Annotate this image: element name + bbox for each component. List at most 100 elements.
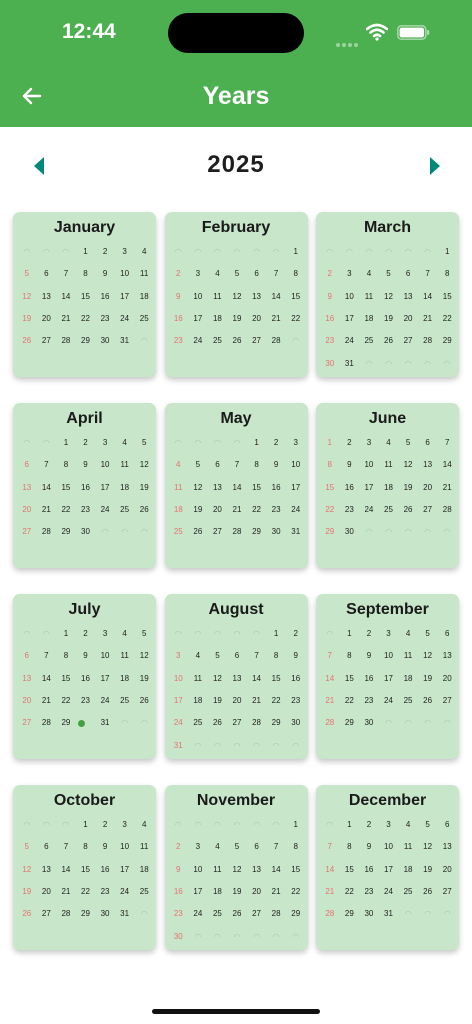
day-cell[interactable]: 18 [188,690,208,712]
day-cell[interactable]: 1 [340,814,360,836]
day-cell[interactable]: 1 [340,623,360,645]
day-cell[interactable]: 22 [76,308,96,330]
day-cell[interactable]: 11 [134,836,154,858]
day-cell[interactable]: 15 [320,477,340,499]
day-cell[interactable]: 15 [286,859,306,881]
day-cell[interactable]: 2 [95,814,115,836]
day-cell[interactable]: 22 [340,690,360,712]
day-cell[interactable]: 16 [169,308,189,330]
day-cell[interactable]: 3 [359,432,379,454]
day-cell[interactable]: 13 [37,859,57,881]
day-cell[interactable]: 3 [188,263,208,285]
day-cell[interactable]: 23 [359,690,379,712]
day-cell[interactable]: 3 [286,432,306,454]
day-cell[interactable]: 26 [134,499,154,521]
day-cell[interactable]: 27 [17,712,37,734]
day-cell[interactable]: 15 [56,668,76,690]
day-cell[interactable]: 22 [320,499,340,521]
day-cell[interactable]: 23 [95,308,115,330]
day-cell[interactable]: 12 [134,454,154,476]
day-cell[interactable]: 13 [418,454,438,476]
day-cell[interactable]: 20 [17,499,37,521]
day-cell[interactable]: 28 [320,903,340,925]
day-cell[interactable]: 10 [115,263,135,285]
day-cell[interactable]: 13 [17,477,37,499]
day-cell[interactable]: 26 [418,690,438,712]
day-cell[interactable]: 25 [398,690,418,712]
month-card-february[interactable]: February ◠ ◠ ◠ ◠ ◠ ◠ 1 2 3 4 5 6 7 8 9 10 11 12 13 14 15 16 17 1… [164,212,308,377]
day-cell[interactable]: 11 [398,836,418,858]
day-cell[interactable]: 11 [208,286,228,308]
day-cell[interactable]: 23 [359,881,379,903]
day-cell[interactable]: 20 [17,690,37,712]
day-cell[interactable]: 9 [320,286,340,308]
day-cell[interactable]: 19 [418,668,438,690]
day-cell[interactable]: 15 [247,477,267,499]
day-cell[interactable]: 16 [95,859,115,881]
day-cell[interactable]: 22 [56,499,76,521]
day-cell[interactable]: 30 [359,903,379,925]
day-cell[interactable]: 7 [247,645,267,667]
day-cell[interactable]: 29 [340,903,360,925]
day-cell[interactable]: 27 [247,903,267,925]
day-cell[interactable]: 12 [17,859,37,881]
day-cell[interactable]: 6 [247,263,267,285]
day-cell[interactable]: 6 [418,432,438,454]
day-cell[interactable]: 28 [266,330,286,352]
day-cell[interactable]: 22 [437,308,457,330]
day-cell[interactable]: 4 [398,623,418,645]
day-cell[interactable]: 27 [398,330,418,352]
day-cell[interactable]: 26 [17,330,37,352]
day-cell[interactable]: 8 [437,263,457,285]
month-card-october[interactable]: October ◠ ◠ ◠ 1 2 3 4 5 6 7 8 9 10 11 12 13 14 15 16 17 18 19 2… [13,785,156,950]
month-card-january[interactable]: January ◠ ◠ ◠ 1 2 3 4 5 6 7 8 9 10 11 12 13 14 15 16 17 18 19 2… [13,212,156,377]
month-card-march[interactable]: March ◠ ◠ ◠ ◠ ◠ ◠ 1 2 3 4 5 6 7 8 9 10 11 12 13 14 15 16 17 18 19… [316,212,459,377]
day-cell[interactable]: 28 [227,521,247,543]
day-cell[interactable]: 17 [379,859,399,881]
day-cell[interactable]: 4 [115,432,135,454]
day-cell[interactable]: 30 [359,712,379,734]
day-cell[interactable]: 9 [169,286,189,308]
day-cell[interactable]: 16 [266,477,286,499]
day-cell[interactable]: 18 [379,477,399,499]
day-cell[interactable]: 20 [227,690,247,712]
day-cell[interactable]: 15 [340,668,360,690]
day-cell[interactable]: 23 [169,330,189,352]
day-cell[interactable]: 6 [37,263,57,285]
day-cell[interactable]: 19 [418,859,438,881]
day-cell[interactable]: 17 [95,668,115,690]
day-cell[interactable]: 3 [169,645,189,667]
day-cell[interactable]: 8 [340,645,360,667]
day-cell[interactable]: 6 [208,454,228,476]
day-cell[interactable]: 13 [437,645,457,667]
day-cell[interactable]: 15 [76,286,96,308]
day-cell[interactable]: 12 [418,836,438,858]
day-cell[interactable]: 19 [134,668,154,690]
day-cell[interactable]: 22 [56,690,76,712]
day-cell[interactable]: 1 [437,241,457,263]
day-cell[interactable]: 16 [359,859,379,881]
day-cell[interactable]: 5 [17,263,37,285]
day-cell[interactable]: 10 [95,454,115,476]
day-cell[interactable]: 27 [437,690,457,712]
day-cell[interactable]: 11 [188,668,208,690]
day-cell[interactable]: 11 [379,454,399,476]
day-cell[interactable]: 19 [398,477,418,499]
day-cell[interactable]: 2 [169,263,189,285]
day-cell[interactable]: 19 [227,308,247,330]
day-cell[interactable]: 2 [359,814,379,836]
day-cell[interactable]: 6 [437,623,457,645]
day-cell[interactable]: 11 [398,645,418,667]
day-cell[interactable]: 25 [134,308,154,330]
day-cell[interactable]: 13 [37,286,57,308]
day-cell[interactable]: 2 [76,623,96,645]
day-cell[interactable]: 25 [134,881,154,903]
day-cell[interactable]: 4 [134,241,154,263]
day-cell[interactable]: 10 [169,668,189,690]
day-cell[interactable]: 19 [17,881,37,903]
day-cell[interactable]: 12 [418,645,438,667]
day-cell[interactable]: 28 [247,712,267,734]
day-cell[interactable]: 10 [340,286,360,308]
day-cell[interactable]: 8 [320,454,340,476]
day-cell[interactable]: 1 [286,241,306,263]
